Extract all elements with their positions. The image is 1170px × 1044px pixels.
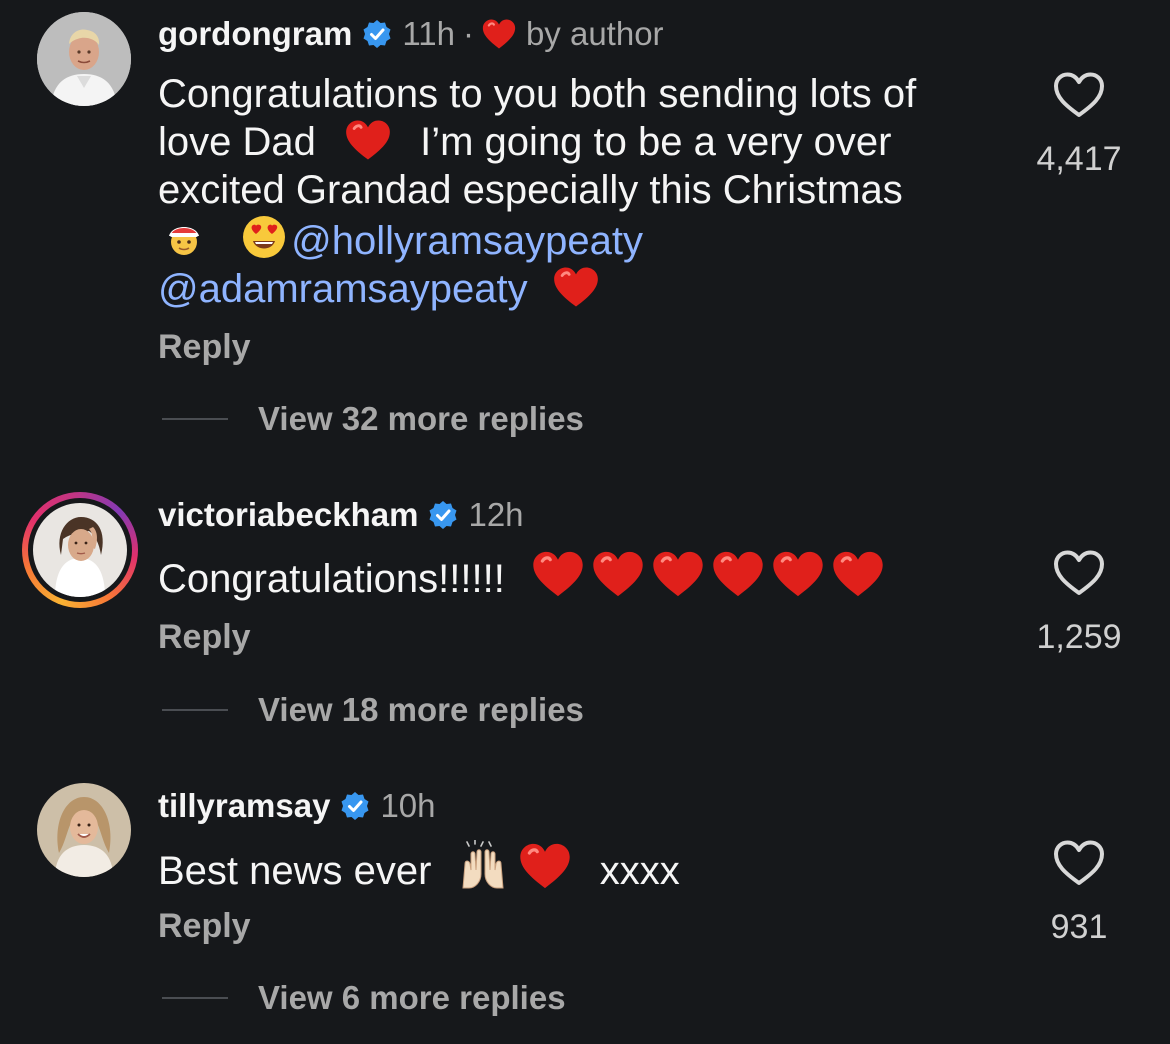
view-more-replies[interactable]: View 18 more replies — [162, 691, 584, 729]
view-more-replies-label[interactable]: View 6 more replies — [258, 979, 566, 1017]
comment-text: Congratulations!!!!!! — [158, 550, 1008, 603]
text-fragment: Best news ever — [158, 849, 432, 893]
red-heart-emoji — [553, 266, 599, 308]
like-column: 1,259 — [1024, 550, 1134, 657]
comment-header: gordongram 11h · by author — [158, 14, 664, 54]
timestamp: 11h — [402, 15, 455, 52]
comment-header: tillyramsay 10h — [158, 786, 436, 826]
liked-by-author-heart-icon — [482, 18, 516, 50]
mrs-claus-emoji — [162, 216, 206, 260]
verified-badge-icon — [428, 500, 458, 530]
like-count: 1,259 — [1036, 618, 1122, 656]
text-line: @adamramsaypeaty — [158, 265, 1008, 313]
heart-outline-icon[interactable] — [1053, 840, 1105, 886]
red-heart-emoji — [772, 550, 824, 598]
text-line: @hollyramsaypeaty — [158, 214, 1008, 265]
reply-button[interactable]: Reply — [158, 328, 251, 367]
red-heart-emoji — [832, 550, 884, 598]
red-heart-emoji — [712, 550, 764, 598]
text-fragment: love Dad — [158, 120, 316, 164]
comment-text: Congratulations to you both sending lots… — [158, 70, 1008, 313]
heart-outline-icon[interactable] — [1053, 72, 1105, 118]
timestamp: 12h — [468, 496, 524, 533]
text-line: excited Grandad especially this Christma… — [158, 168, 903, 212]
username[interactable]: tillyramsay — [158, 786, 330, 826]
woman-avatar-image — [33, 503, 127, 597]
red-heart-emoji — [532, 550, 584, 598]
avatar[interactable] — [37, 12, 131, 106]
text-fragment: xxxx — [599, 849, 680, 893]
avatar[interactable] — [33, 503, 127, 597]
view-more-replies-label[interactable]: View 18 more replies — [258, 691, 584, 729]
text-line: Congratulations to you both sending lots… — [158, 72, 917, 116]
mention-link[interactable]: @adamramsaypeaty — [158, 267, 528, 311]
timestamp: 10h — [380, 787, 436, 824]
red-heart-emoji — [519, 842, 571, 890]
heart-outline-icon[interactable] — [1053, 550, 1105, 596]
username[interactable]: victoriabeckham — [158, 495, 418, 535]
divider-line — [162, 997, 228, 999]
comment-header: victoriabeckham 12h — [158, 495, 524, 535]
view-more-replies[interactable]: View 32 more replies — [162, 400, 584, 438]
mention-link[interactable]: @hollyramsaypeaty — [291, 219, 643, 263]
red-heart-emoji — [345, 119, 391, 161]
separator: · — [462, 15, 474, 52]
verified-badge-icon — [362, 19, 392, 49]
reply-button[interactable]: Reply — [158, 618, 251, 657]
like-column: 4,417 — [1024, 72, 1134, 179]
comment-text: Best news ever xxxx — [158, 840, 1008, 895]
divider-line — [162, 418, 228, 420]
divider-line — [162, 709, 228, 711]
heart-eyes-emoji — [241, 214, 287, 260]
chef-avatar-image — [37, 12, 131, 106]
like-column: 931 — [1024, 840, 1134, 947]
like-count: 931 — [1050, 908, 1108, 946]
reply-button[interactable]: Reply — [158, 907, 251, 946]
raising-hands-emoji — [455, 840, 511, 890]
text-fragment: Congratulations!!!!!! — [158, 557, 505, 601]
text-fragment: I’m going to be a very over — [420, 120, 892, 164]
story-ring[interactable] — [22, 492, 138, 608]
red-heart-emoji — [652, 550, 704, 598]
woman-avatar-image — [37, 783, 131, 877]
text-line: love Dad I’m going to be a very over — [158, 118, 1008, 166]
avatar[interactable] — [37, 783, 131, 877]
red-heart-emoji — [592, 550, 644, 598]
like-count: 4,417 — [1036, 140, 1122, 178]
view-more-replies-label[interactable]: View 32 more replies — [258, 400, 584, 438]
verified-badge-icon — [340, 791, 370, 821]
view-more-replies[interactable]: View 6 more replies — [162, 979, 566, 1017]
username[interactable]: gordongram — [158, 14, 352, 54]
by-author-label: by author — [525, 15, 664, 52]
